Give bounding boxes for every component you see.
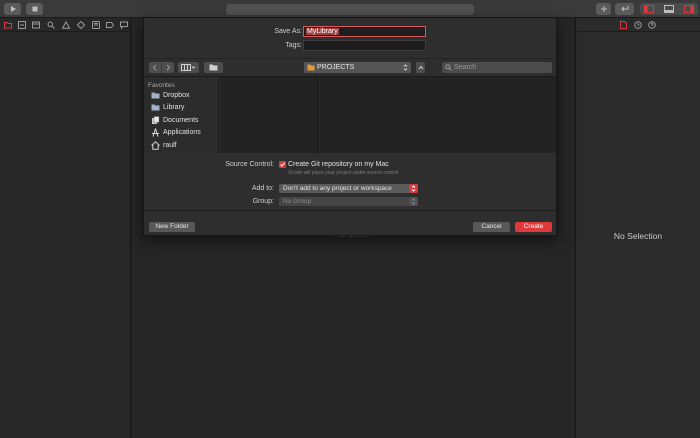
search-icon[interactable] xyxy=(47,21,55,29)
sidebar-item-library[interactable]: Library xyxy=(151,102,217,113)
test-icon[interactable] xyxy=(77,21,85,29)
help-icon[interactable] xyxy=(648,21,656,29)
group-popup[interactable]: No Group xyxy=(279,197,418,206)
plus-icon xyxy=(600,6,607,12)
back-chevron-icon[interactable] xyxy=(152,64,158,71)
sidebar-item-dropbox[interactable]: Dropbox xyxy=(151,90,217,101)
inspector-panel: No Selection xyxy=(575,18,700,438)
save-dialog: Save As: MyLibrary Tags: PROJECTS Search xyxy=(143,18,557,236)
navigator-tabbar xyxy=(0,18,130,32)
forward-chevron-icon[interactable] xyxy=(165,64,171,71)
navigator-toggle-icon[interactable] xyxy=(644,5,654,13)
no-selection-label: No Selection xyxy=(613,231,663,241)
navigator-panel xyxy=(0,18,131,438)
window-toolbar xyxy=(0,0,700,18)
home-icon xyxy=(151,141,160,150)
group-label: Group: xyxy=(252,198,274,205)
git-checkbox-label: Create Git repository on my Mac xyxy=(288,161,389,168)
activity-viewer xyxy=(226,4,474,15)
sidebar-item-documents[interactable]: Documents xyxy=(151,115,217,126)
return-arrow-icon xyxy=(620,6,628,12)
browser-column[interactable] xyxy=(220,77,319,153)
sidebar-item-applications[interactable]: Applications xyxy=(151,127,217,138)
popup-arrow xyxy=(409,197,418,206)
sidebar-item-label: Documents xyxy=(163,117,199,124)
browser-toolbar: PROJECTS Search xyxy=(144,58,556,76)
new-folder-button[interactable]: New Folder xyxy=(149,222,195,232)
sidebar-item-home[interactable]: raulf xyxy=(151,140,217,151)
favorites-heading: Favorites xyxy=(148,82,175,89)
source-control-icon[interactable] xyxy=(18,21,26,29)
sidebar-item-label: raulf xyxy=(163,142,177,149)
add-to-value: Don't add to any project or workspace xyxy=(283,185,392,192)
group-value: No Group xyxy=(283,198,312,205)
file-browser: Favorites Dropbox Library Documents Appl… xyxy=(144,76,556,153)
browser-column[interactable] xyxy=(320,77,556,153)
create-button[interactable]: Create xyxy=(515,222,552,232)
updown-chevron-icon xyxy=(403,64,408,71)
search-field[interactable]: Search xyxy=(442,62,552,73)
updown-chevron-icon xyxy=(411,198,416,205)
sidebar-item-label: Dropbox xyxy=(163,92,190,99)
save-as-value: MyLibrary xyxy=(306,28,339,35)
folder-icon xyxy=(151,92,160,99)
chevron-up-icon xyxy=(418,65,423,70)
cancel-button[interactable]: Cancel xyxy=(473,222,510,232)
history-icon[interactable] xyxy=(634,21,642,29)
folder-icon[interactable] xyxy=(4,21,12,29)
add-to-label: Add to: xyxy=(251,185,274,192)
columns-view-icon xyxy=(181,64,196,71)
folder-action-button[interactable] xyxy=(204,62,223,73)
stop-icon xyxy=(32,6,37,12)
tags-field[interactable] xyxy=(303,40,426,51)
folder-icon xyxy=(307,64,315,71)
expand-toggle-button[interactable] xyxy=(416,62,425,73)
run-button[interactable] xyxy=(4,3,21,15)
stop-button[interactable] xyxy=(26,3,43,15)
save-as-field[interactable]: MyLibrary xyxy=(303,26,426,37)
location-popup[interactable]: PROJECTS xyxy=(304,62,411,73)
tags-label: Tags: xyxy=(285,42,302,49)
debug-icon[interactable] xyxy=(92,21,100,29)
save-as-label: Save As: xyxy=(274,28,302,35)
panel-toggle-group xyxy=(640,3,698,15)
git-hint: Xcode will place your project under sour… xyxy=(288,170,399,176)
source-control-label: Source Control: xyxy=(225,161,274,168)
report-icon[interactable] xyxy=(120,21,128,29)
play-icon xyxy=(10,6,16,12)
favorites-sidebar: Favorites Dropbox Library Documents Appl… xyxy=(144,77,219,153)
inspector-tabbar xyxy=(576,18,700,32)
inspector-toggle-icon[interactable] xyxy=(684,5,694,13)
search-placeholder: Search xyxy=(454,64,477,71)
popup-arrow xyxy=(409,184,418,193)
folder-icon xyxy=(209,64,218,71)
sidebar-item-label: Library xyxy=(163,104,185,111)
folder-icon xyxy=(151,104,160,111)
view-mode-button[interactable] xyxy=(178,62,199,73)
location-label: PROJECTS xyxy=(317,64,355,71)
project-options: Source Control: Create Git repository on… xyxy=(144,153,556,211)
search-icon xyxy=(445,64,452,71)
documents-icon xyxy=(152,116,160,124)
library-button[interactable] xyxy=(596,3,611,15)
checkmark-icon xyxy=(280,162,285,167)
review-button[interactable] xyxy=(615,3,634,15)
breakpoint-icon[interactable] xyxy=(106,21,114,29)
file-inspector-icon[interactable] xyxy=(620,21,627,29)
issue-warning-icon[interactable] xyxy=(62,21,70,29)
back-forward-control xyxy=(149,62,174,73)
symbol-icon[interactable] xyxy=(32,21,40,29)
sidebar-item-label: Applications xyxy=(163,129,201,136)
updown-chevron-icon xyxy=(411,185,416,192)
git-checkbox[interactable] xyxy=(279,161,286,168)
add-to-popup[interactable]: Don't add to any project or workspace xyxy=(279,184,418,193)
applications-icon xyxy=(152,128,159,137)
debug-area-toggle-icon[interactable] xyxy=(664,5,674,13)
